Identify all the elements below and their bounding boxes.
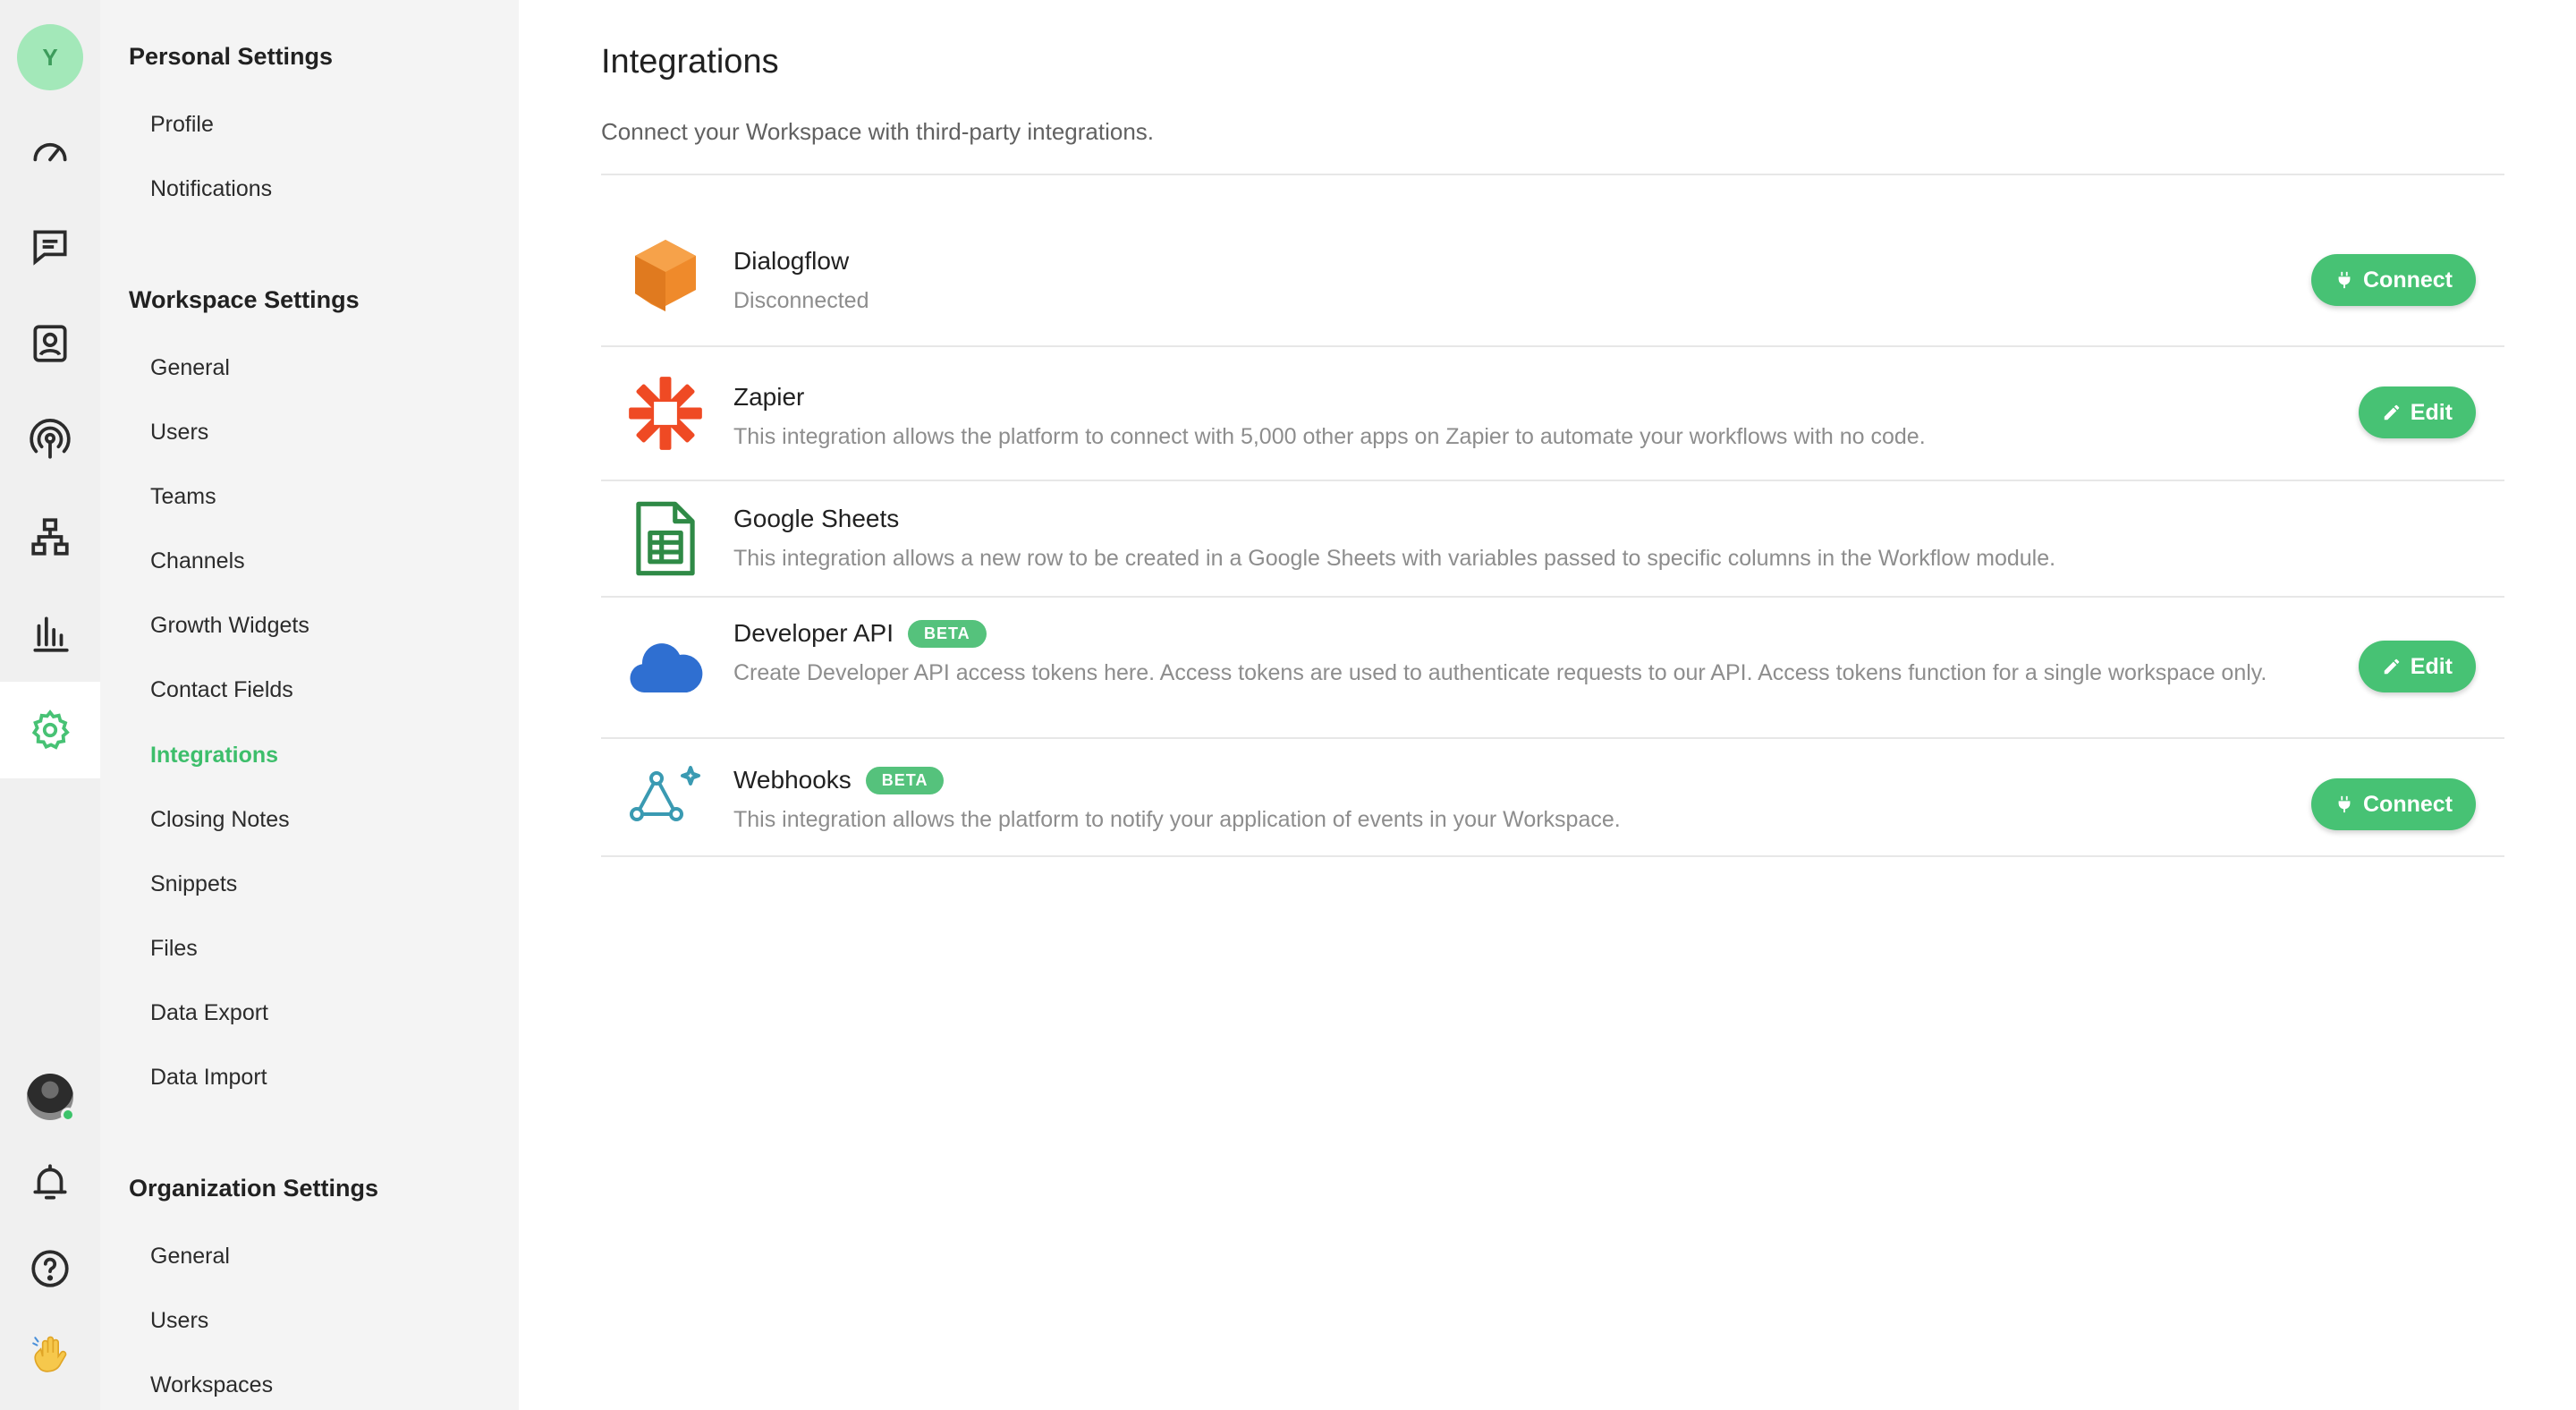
plug-icon (2338, 795, 2351, 813)
nav-item-users[interactable]: Users (150, 420, 208, 446)
nav-item-org-users[interactable]: Users (150, 1308, 208, 1334)
help-nav[interactable] (0, 1220, 100, 1317)
settings-nav[interactable] (0, 682, 100, 778)
dialogflow-logo (626, 236, 705, 315)
nav-item-data-export[interactable]: Data Export (150, 1000, 268, 1026)
settings-sidebar: Personal Settings Profile Notifications … (100, 0, 519, 1410)
integration-description: This integration allows a new row to be … (733, 546, 2056, 571)
nav-item-channels[interactable]: Channels (150, 548, 245, 574)
page-subtitle: Connect your Workspace with third-party … (601, 118, 1155, 145)
integration-description: This integration allows the platform to … (733, 424, 1926, 449)
nav-item-integrations[interactable]: Integrations (150, 743, 278, 769)
integration-row-developer-api: Developer API BETA Create Developer API … (601, 598, 2504, 737)
nav-item-growth-widgets[interactable]: Growth Widgets (150, 613, 309, 639)
row-divider (601, 855, 2504, 857)
user-avatar (27, 1074, 75, 1122)
nav-item-profile[interactable]: Profile (150, 112, 214, 138)
online-status-dot (61, 1108, 75, 1122)
connect-label: Connect (2363, 267, 2453, 293)
notifications-nav[interactable] (0, 1134, 100, 1231)
integration-title: Google Sheets (733, 505, 899, 533)
edit-button[interactable]: Edit (2358, 386, 2476, 438)
integration-row-google-sheets: Google Sheets This integration allows a … (601, 481, 2504, 596)
organization-settings-heading: Organization Settings (129, 1175, 379, 1202)
beta-badge: BETA (908, 619, 987, 648)
integration-name: Google Sheets (733, 505, 900, 532)
google-sheets-logo (626, 499, 705, 578)
nav-item-contact-fields[interactable]: Contact Fields (150, 677, 293, 703)
nav-item-closing-notes[interactable]: Closing Notes (150, 807, 290, 833)
integration-title: Zapier (733, 383, 804, 412)
nav-item-org-general[interactable]: General (150, 1244, 230, 1270)
whats-new-nav[interactable] (0, 1306, 100, 1403)
cloud-logo (626, 628, 705, 707)
integration-title: Dialogflow (733, 247, 849, 276)
dashboard-icon (33, 142, 67, 162)
connect-button[interactable]: Connect (2311, 778, 2476, 830)
webhooks-logo (626, 757, 705, 836)
integration-name: Zapier (733, 383, 805, 411)
nav-item-snippets[interactable]: Snippets (150, 871, 237, 897)
edit-label: Edit (2410, 399, 2453, 425)
nav-item-files[interactable]: Files (150, 936, 198, 962)
page-title: Integrations (601, 43, 779, 81)
integration-name: Dialogflow (733, 247, 850, 275)
integration-name: Developer API (733, 619, 894, 647)
pencil-icon (2384, 658, 2400, 675)
contacts-icon (33, 325, 67, 362)
integration-name: Webhooks (733, 766, 852, 794)
integration-description: Create Developer API access tokens here.… (733, 660, 2267, 685)
integration-row-webhooks: Webhooks BETA This integration allows th… (601, 739, 2504, 855)
user-profile[interactable] (0, 1049, 100, 1145)
nav-item-teams[interactable]: Teams (150, 484, 216, 510)
integration-status: Disconnected (733, 288, 869, 313)
notifications-bell-icon (33, 1164, 67, 1200)
header-divider (601, 174, 2504, 175)
contacts-nav[interactable] (0, 295, 100, 392)
conversations-icon (33, 230, 67, 266)
integration-row-dialogflow: Dialogflow Disconnected Connect (601, 215, 2504, 345)
integration-description: This integration allows the platform to … (733, 807, 1621, 832)
integration-title: Developer API BETA (733, 619, 987, 648)
edit-button[interactable]: Edit (2358, 641, 2476, 692)
conversations-nav[interactable] (0, 199, 100, 295)
personal-settings-heading: Personal Settings (129, 43, 334, 70)
reports-icon (33, 616, 69, 652)
settings-icon (31, 709, 70, 750)
connect-button[interactable]: Connect (2311, 254, 2476, 306)
connect-label: Connect (2363, 791, 2453, 817)
reports-nav[interactable] (0, 585, 100, 682)
plug-icon (2338, 271, 2351, 289)
nav-item-notifications[interactable]: Notifications (150, 176, 272, 202)
broadcast-icon (30, 419, 71, 459)
beta-badge: BETA (865, 766, 945, 794)
workflows-icon (31, 518, 69, 556)
workspace-switcher[interactable]: Y (0, 9, 100, 106)
integration-title: Webhooks BETA (733, 766, 945, 794)
integration-row-zapier: Zapier This integration allows the platf… (601, 347, 2504, 480)
broadcast-nav[interactable] (0, 392, 100, 488)
wave-hand-icon (32, 1336, 67, 1372)
workspace-avatar: Y (17, 24, 83, 90)
help-icon (31, 1250, 69, 1287)
nav-item-org-workspaces[interactable]: Workspaces (150, 1372, 273, 1398)
nav-item-data-import[interactable]: Data Import (150, 1065, 267, 1091)
zapier-logo (626, 374, 705, 453)
pencil-icon (2384, 404, 2400, 420)
dashboard-nav[interactable] (0, 102, 100, 199)
nav-item-general[interactable]: General (150, 355, 230, 381)
edit-label: Edit (2410, 653, 2453, 679)
workflows-nav[interactable] (0, 488, 100, 585)
workspace-settings-heading: Workspace Settings (129, 286, 360, 313)
icon-rail: Y (0, 0, 100, 1410)
